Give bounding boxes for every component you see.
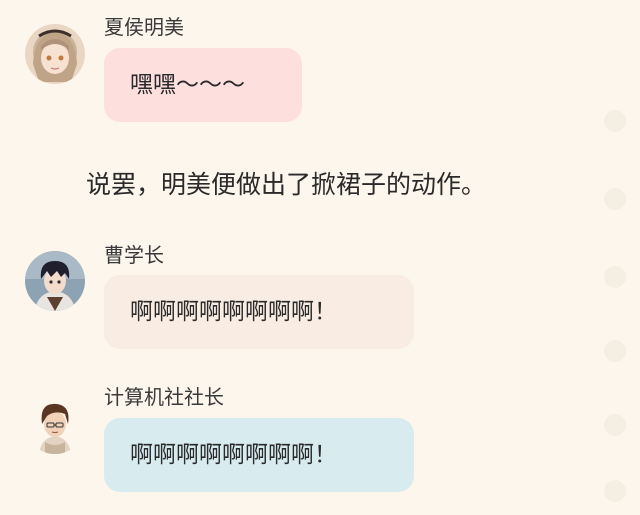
message-text: 啊啊啊啊啊啊啊啊！ — [130, 442, 337, 468]
narration-text: 说罢，明美便做出了掀裙子的动作。 — [86, 170, 487, 199]
avatar-cao-xuezhang[interactable] — [25, 251, 85, 311]
scroll-marker[interactable] — [604, 188, 626, 210]
avatar-xiahou-mingmei[interactable] — [25, 24, 85, 84]
boy-avatar-icon — [25, 251, 85, 311]
scroll-marker[interactable] — [604, 414, 626, 436]
scroll-marker[interactable] — [604, 266, 626, 288]
message-bubble[interactable]: 嘿嘿～～～ — [104, 48, 302, 122]
girl-avatar-icon — [25, 24, 85, 84]
speaker-name: 夏侯明美 — [104, 15, 184, 39]
message-bubble[interactable]: 啊啊啊啊啊啊啊啊！ — [104, 418, 414, 492]
speaker-name: 曹学长 — [104, 243, 164, 267]
scroll-marker[interactable] — [604, 110, 626, 132]
man-avatar-icon — [25, 394, 85, 454]
message-text: 啊啊啊啊啊啊啊啊！ — [130, 299, 337, 325]
message-bubble[interactable]: 啊啊啊啊啊啊啊啊！ — [104, 275, 414, 349]
message-text: 嘿嘿～～～ — [130, 72, 245, 98]
avatar-club-president[interactable] — [25, 394, 85, 454]
scroll-marker[interactable] — [604, 480, 626, 502]
speaker-name: 计算机社社长 — [104, 385, 224, 409]
scroll-marker[interactable] — [604, 340, 626, 362]
